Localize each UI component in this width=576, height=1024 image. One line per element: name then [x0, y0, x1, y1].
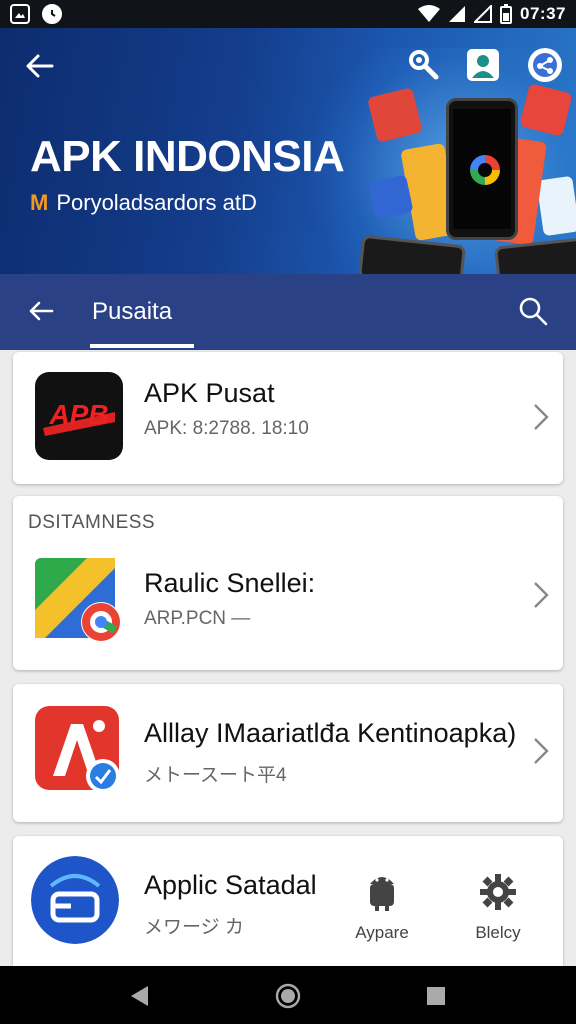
tab-active-indicator [90, 344, 194, 348]
app-card-apk-pusat[interactable]: APB APK Pusat APK: 8:2788. 18:10 [13, 352, 563, 484]
nav-recents-icon[interactable] [425, 985, 447, 1007]
back-arrow-icon[interactable] [24, 294, 58, 328]
battery-icon [500, 4, 513, 24]
signal-2-icon [474, 5, 493, 23]
app-name: Applic Satadal [144, 870, 317, 900]
wifi-icon [418, 5, 441, 22]
app-name: Alllay IMaariatlđa Kentinoapka) [144, 718, 517, 748]
app-name: Raulic Snellei: [144, 568, 316, 598]
status-time: 07:37 [520, 4, 566, 23]
settings-search-icon[interactable] [404, 46, 442, 84]
phone-illustration [446, 98, 518, 240]
tab-pusaita[interactable]: Pusaita [92, 298, 172, 326]
app-name: APK Pusat [144, 378, 275, 408]
blelcy-action[interactable]: Blelcy [458, 872, 538, 943]
share-icon[interactable] [526, 46, 564, 84]
aypare-action[interactable]: Aypare [342, 872, 422, 943]
deco-blue-tile [368, 174, 414, 220]
nav-back-icon[interactable] [128, 984, 150, 1008]
chevron-right-icon[interactable] [529, 402, 551, 432]
app-meta: メトースート平4 [144, 765, 287, 786]
app-meta: ARP.PCN — [144, 608, 251, 629]
applic-app-icon [31, 856, 119, 944]
gallery-notification-icon [10, 4, 30, 24]
hero-banner: APK INDONSIA M Poryoladsardors atD [0, 28, 576, 274]
raulic-app-icon [35, 558, 123, 646]
apk-pusat-icon-text: APB [48, 399, 108, 430]
system-nav-bar [0, 966, 576, 1024]
nav-home-icon[interactable] [275, 983, 301, 1009]
deco-white-card [536, 175, 576, 237]
hero-subtitle-row: M Poryoladsardors atD [30, 190, 257, 216]
clock-notification-icon [42, 4, 62, 24]
search-icon[interactable] [516, 294, 550, 328]
tab-bar: Pusaita [0, 274, 576, 350]
chevron-right-icon[interactable] [529, 580, 551, 610]
aypare-label: Aypare [355, 923, 409, 942]
gear-icon [480, 874, 516, 910]
hero-subtitle-mark: M [30, 190, 49, 215]
app-meta: APK: 8:2788. 18:10 [144, 418, 309, 439]
chevron-right-icon[interactable] [529, 736, 551, 766]
app-card-alllay[interactable]: Alllay IMaariatlđa Kentinoapka) メトースート平4 [13, 684, 563, 822]
hero-subtitle: Poryoladsardors atD [56, 190, 257, 215]
app-card-applic[interactable]: Applic Satadal メワージ カ Aypare Blelcy [13, 836, 563, 966]
signal-icon [449, 6, 466, 22]
status-bar: 07:37 [0, 0, 576, 28]
apk-pusat-app-icon: APB [35, 372, 123, 460]
profile-icon[interactable] [464, 46, 502, 84]
blelcy-label: Blelcy [475, 923, 521, 942]
alllay-app-icon [35, 706, 123, 794]
section-label: DSITAMNESS [28, 512, 156, 533]
android-icon [370, 877, 394, 911]
hero-back-arrow-icon[interactable] [22, 48, 58, 84]
app-card-raulic[interactable]: DSITAMNESS Raulic Snellei: ARP.PCN — [13, 496, 563, 670]
hero-title: APK INDONSIA [30, 132, 345, 181]
app-meta: メワージ カ [144, 917, 244, 938]
